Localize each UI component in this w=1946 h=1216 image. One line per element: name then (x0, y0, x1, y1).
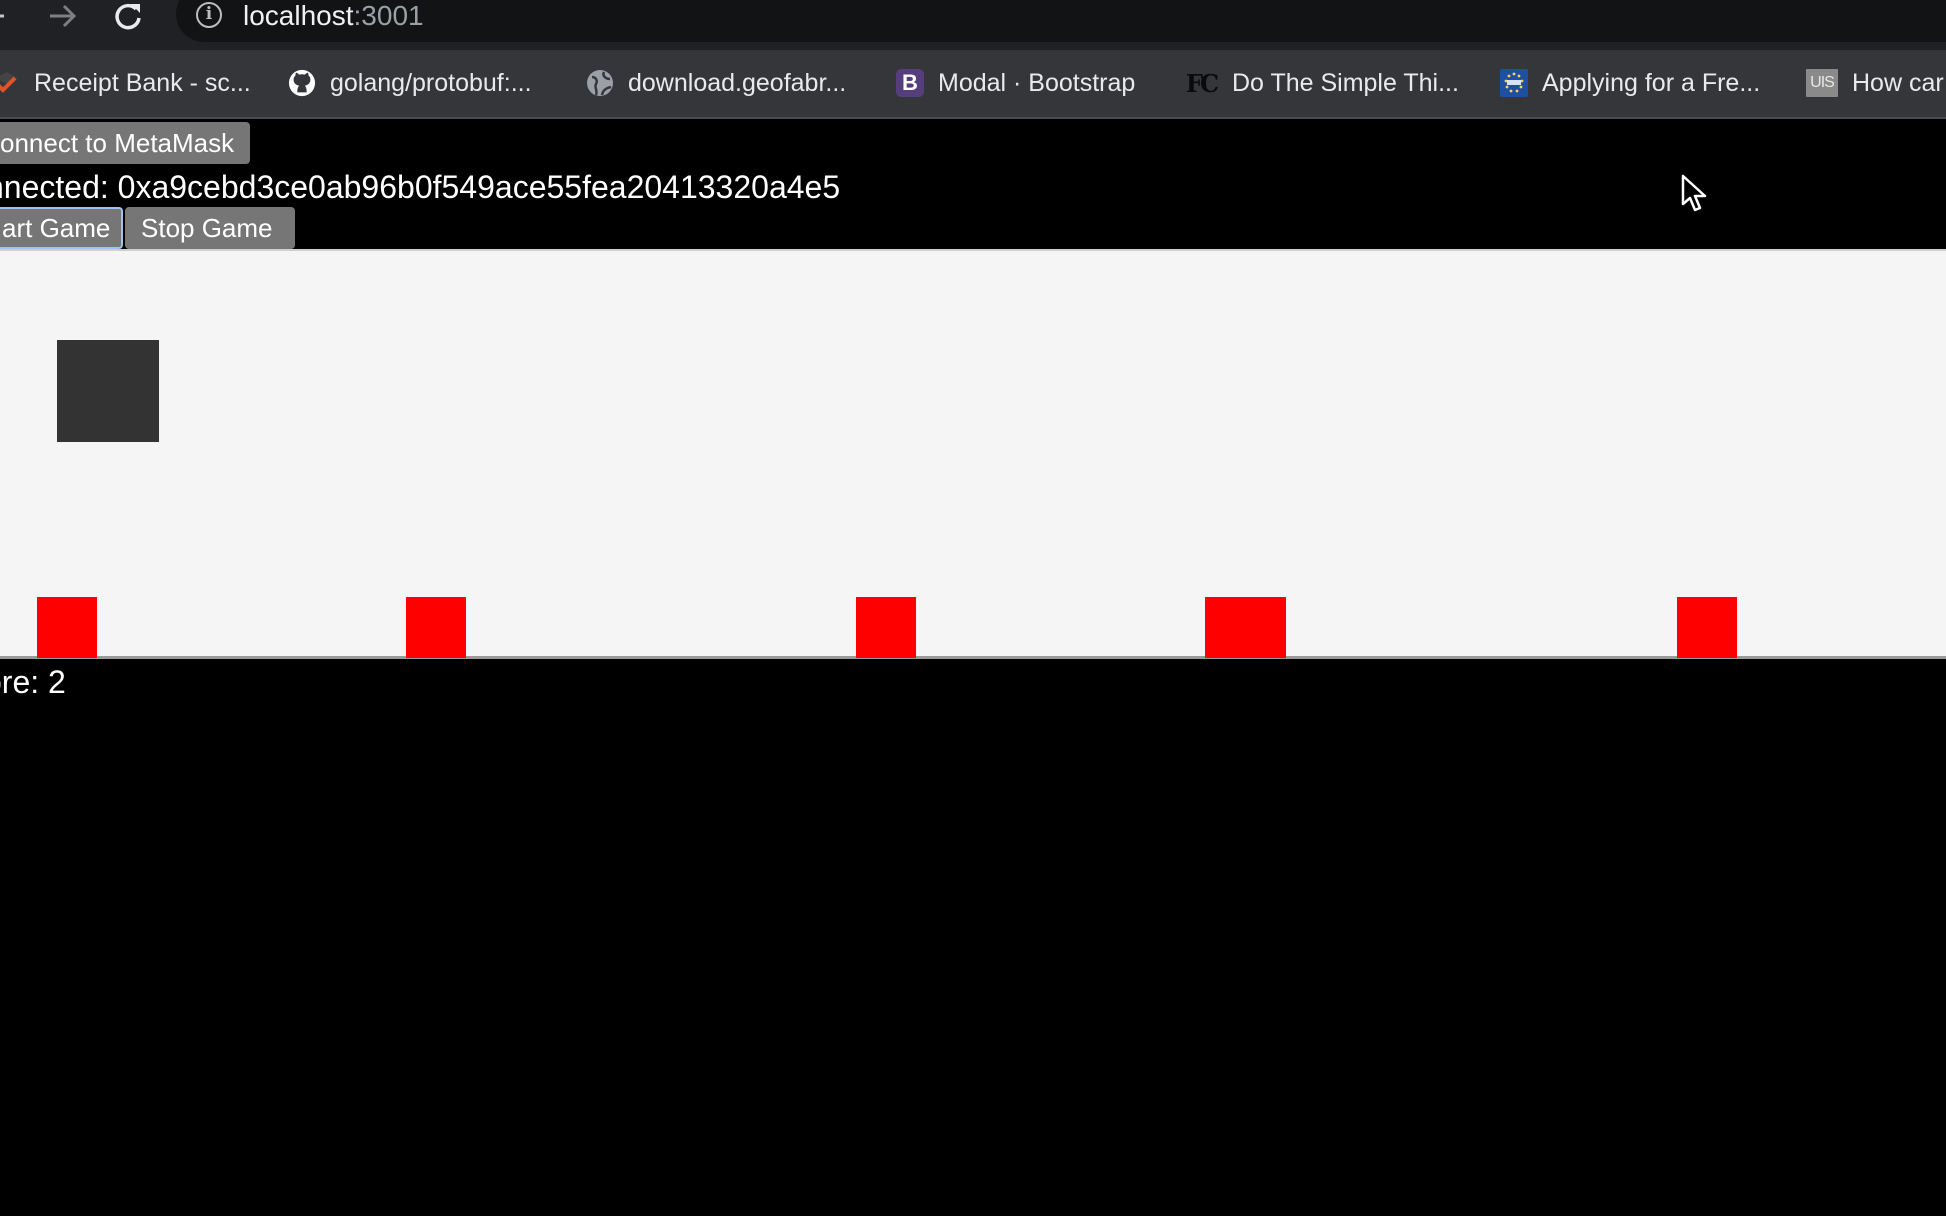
bookmark-label: Modal · Bootstrap (938, 68, 1136, 97)
browser-toolbar: i localhost:3001 (0, 0, 1946, 50)
bookmark-label: download.geofabr... (628, 68, 847, 97)
stop-game-button[interactable]: Stop Game (125, 207, 295, 249)
start-game-label: art Game (2, 212, 111, 243)
bookmark-label: Receipt Bank - sc... (34, 68, 251, 97)
bookmark-label: golang/protobuf:... (330, 68, 532, 97)
url-port: :3001 (353, 0, 424, 31)
back-arrow-icon[interactable] (0, 0, 14, 34)
player-block (57, 340, 159, 442)
page-content: onnect to MetaMask nnected: 0xa9cebd3ce0… (0, 119, 1946, 1216)
uis-icon: UIS (1806, 69, 1838, 97)
bookmark-golang-protobuf[interactable]: golang/protobuf:... (288, 50, 532, 116)
start-game-button[interactable]: art Game (0, 207, 123, 249)
bookmark-applying-for-a-free[interactable]: Applying for a Fre... (1500, 50, 1760, 116)
obstacle (406, 597, 466, 658)
bookmark-do-the-simple-thing[interactable]: FC Do The Simple Thi... (1184, 50, 1459, 116)
bootstrap-icon: B (896, 69, 924, 97)
bookmarks-bar: Receipt Bank - sc... golang/protobuf:...… (0, 50, 1946, 119)
connect-metamask-button[interactable]: onnect to MetaMask (0, 122, 250, 164)
connect-metamask-label: onnect to MetaMask (0, 127, 235, 158)
obstacle (37, 597, 97, 658)
obstacle (1205, 597, 1286, 658)
bookmark-bootstrap-modal[interactable]: B Modal · Bootstrap (896, 50, 1135, 116)
game-canvas[interactable] (0, 249, 1946, 659)
site-info-icon[interactable]: i (196, 2, 222, 28)
mouse-cursor-icon (1681, 174, 1709, 219)
fc-icon: FC (1185, 68, 1219, 98)
github-icon (288, 69, 316, 97)
bookmark-label: Do The Simple Thi... (1232, 68, 1459, 97)
reload-icon[interactable] (111, 0, 145, 34)
bookmark-geofabrik[interactable]: download.geofabr... (586, 50, 846, 116)
obstacle (856, 597, 916, 658)
bookmark-how-can[interactable]: UIS How car (1806, 50, 1944, 116)
bookmark-label: Applying for a Fre... (1542, 68, 1761, 97)
obstacle (1677, 597, 1737, 658)
bookmark-label: How car (1852, 68, 1944, 97)
stop-game-label: Stop Game (141, 212, 273, 243)
url-host: localhost (243, 0, 354, 31)
connected-address-text: nnected: 0xa9cebd3ce0ab96b0f549ace55fea2… (0, 169, 841, 205)
bookmark-receipt-bank[interactable]: Receipt Bank - sc... (0, 50, 251, 116)
url-text[interactable]: localhost:3001 (243, 0, 424, 32)
globe-icon (586, 69, 614, 97)
forward-arrow-icon[interactable] (46, 0, 80, 34)
receipt-bank-icon (0, 69, 20, 97)
eu-flag-icon (1500, 69, 1528, 97)
score-text: ore: 2 (0, 664, 66, 700)
address-bar[interactable] (176, 0, 1946, 42)
